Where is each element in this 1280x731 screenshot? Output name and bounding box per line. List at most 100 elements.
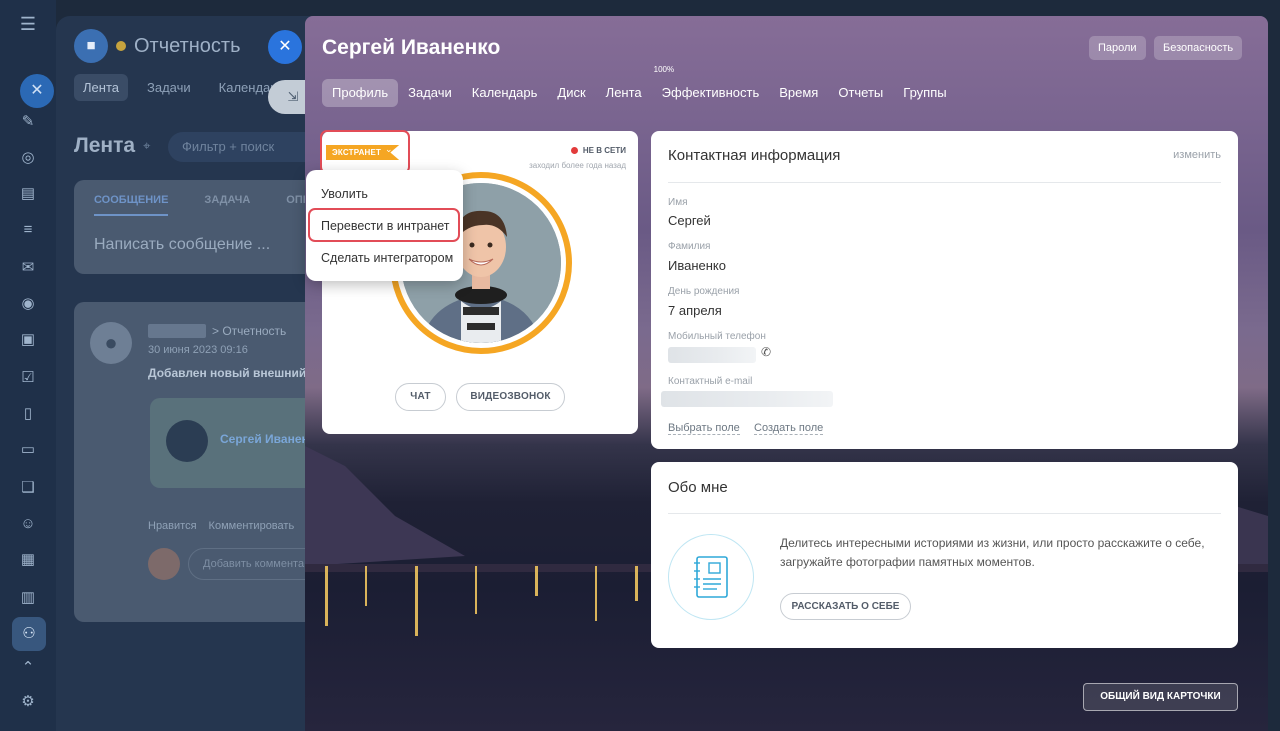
comment-link[interactable]: Комментировать — [209, 520, 295, 532]
divider — [668, 182, 1221, 183]
post-tabs: СООБЩЕНИЕ ЗАДАЧА ОПРО — [94, 194, 319, 216]
phone-icon[interactable]: ✆ — [761, 345, 771, 359]
chevron-down-icon[interactable]: ⌄ — [385, 144, 393, 155]
extranet-dropdown-menu: Уволить Перевести в интранет Сделать инт… — [306, 170, 463, 281]
tab-profile[interactable]: Профиль — [322, 79, 399, 107]
feed-heading: Лента ⌖ — [74, 134, 150, 158]
filter-search-input[interactable]: Фильтр + поиск — [168, 132, 326, 162]
close-slider-button[interactable]: ✕ — [268, 30, 302, 64]
entry-text: Добавлен новый внешний — [148, 366, 307, 380]
user-card[interactable]: Сергей Иванен — [150, 398, 324, 488]
contact-info-card: Контактная информация изменить Имя Серге… — [651, 131, 1238, 449]
post-composer: СООБЩЕНИЕ ЗАДАЧА ОПРО Написать сообщение… — [74, 180, 324, 274]
tell-about-button[interactable]: РАССКАЗАТЬ О СЕБЕ — [780, 593, 911, 620]
field-label-name: Имя — [668, 197, 688, 208]
feed-title: Лента — [74, 134, 136, 157]
left-sidebar: ☰ ✕ ✎ ◎ ▤ ≡ ✉ ◉ ▣ ☑ ▯ ▭ ❑ ☺ ▦ ▥ ⚇ ⌃ ⚙ — [0, 0, 56, 731]
status-text: НЕ В СЕТИ — [582, 146, 626, 155]
entry-actions: Нравится Комментировать — [148, 520, 294, 532]
status-dot — [116, 41, 126, 51]
background-portal: ■ Отчетность ✕ Лента Задачи Календарь ⇲ … — [56, 16, 326, 731]
tab-time[interactable]: Время — [769, 79, 828, 107]
portal-title: Отчетность — [134, 34, 241, 57]
robot-icon[interactable]: ☺ — [18, 514, 38, 534]
tab-calendar[interactable]: Календарь — [462, 79, 548, 107]
target-icon[interactable]: ◉ — [18, 294, 38, 314]
offline-dot-icon — [570, 147, 578, 154]
menu-item-dismiss[interactable]: Уволить — [321, 187, 368, 201]
avatar — [148, 548, 180, 580]
security-button[interactable]: Безопасность — [1154, 36, 1243, 60]
nav-feed[interactable]: Лента — [74, 74, 128, 101]
settings-icon[interactable]: ⚙ — [18, 692, 38, 712]
contact-title: Контактная информация — [668, 147, 841, 164]
badge-highlight: ЭКСТРАНЕТ ⌄ — [320, 130, 410, 174]
email-blurred — [661, 391, 833, 407]
tab-groups[interactable]: Группы — [893, 79, 956, 107]
pin-icon[interactable]: ⌖ — [143, 138, 150, 154]
mail-icon[interactable]: ✉ — [18, 258, 38, 278]
employees-icon[interactable]: ⚇ — [12, 617, 46, 651]
entry-date: 30 июня 2023 09:16 — [148, 344, 248, 356]
phone-blurred — [668, 347, 756, 363]
choose-field-link[interactable]: Выбрать поле — [668, 422, 740, 435]
status-badge: НЕ В СЕТИ — [570, 146, 626, 155]
calendar-icon[interactable]: ▦ — [18, 550, 38, 570]
tab-reports[interactable]: Отчеты — [828, 79, 893, 107]
menu-item-make-integrator[interactable]: Сделать интегратором — [321, 251, 453, 265]
post-tab-task[interactable]: ЗАДАЧА — [204, 194, 250, 216]
globe-icon[interactable]: ◎ — [18, 148, 38, 168]
notebook-icon — [694, 556, 728, 598]
card-icon[interactable]: ▭ — [18, 440, 38, 460]
tab-efficiency[interactable]: 100% Эффективность — [652, 65, 770, 107]
check-icon[interactable]: ☑ — [18, 368, 38, 388]
chat-button[interactable]: ЧАТ — [395, 383, 446, 411]
chat-icon[interactable]: ❑ — [18, 478, 38, 498]
edit-link[interactable]: изменить — [1173, 149, 1221, 161]
video-call-button[interactable]: ВИДЕОЗВОНОК — [456, 383, 565, 411]
menu-icon[interactable]: ☰ — [18, 14, 38, 34]
divider — [668, 513, 1221, 514]
avatar: ● — [90, 322, 132, 364]
field-label-birthday: День рождения — [668, 286, 740, 297]
document-icon[interactable]: ▤ — [18, 184, 38, 204]
field-label-surname: Фамилия — [668, 241, 711, 252]
portal-nav: Лента Задачи Календарь — [74, 74, 293, 101]
entry-destination: > Отчетность — [212, 324, 287, 338]
passwords-button[interactable]: Пароли — [1089, 36, 1146, 60]
about-illustration — [668, 534, 754, 620]
pin-icon[interactable]: ⌃ — [18, 658, 38, 678]
feed-entry: ● > Отчетность 30 июня 2023 09:16 Добавл… — [74, 302, 326, 622]
about-me-card: Обо мне Делитесь интересными историями и… — [651, 462, 1238, 648]
file-icon[interactable]: ▯ — [18, 404, 38, 424]
last-seen: заходил более года назад — [529, 161, 626, 170]
field-label-phone: Мобильный телефон — [668, 331, 766, 342]
like-link[interactable]: Нравится — [148, 520, 197, 532]
about-title: Обо мне — [668, 479, 728, 496]
create-field-link[interactable]: Создать поле — [754, 422, 824, 435]
tab-feed[interactable]: Лента — [596, 79, 652, 107]
edit-icon[interactable]: ✎ — [18, 112, 38, 132]
tab-tasks[interactable]: Задачи — [398, 79, 462, 107]
page-title: Сергей Иваненко — [322, 36, 501, 59]
nav-tasks[interactable]: Задачи — [138, 74, 200, 101]
schedule-icon[interactable]: ▥ — [18, 588, 38, 608]
menu-item-move-to-intranet[interactable]: Перевести в интранет — [321, 219, 450, 233]
contacts-icon[interactable]: ▣ — [18, 330, 38, 350]
profile-tabs: Профиль Задачи Календарь Диск Лента 100%… — [322, 65, 957, 107]
post-tab-message[interactable]: СООБЩЕНИЕ — [94, 194, 169, 216]
about-text: Делитесь интересными историями из жизни,… — [780, 536, 1205, 569]
field-value-birthday: 7 апреля — [668, 303, 722, 318]
post-input[interactable]: Написать сообщение ... — [94, 236, 270, 254]
user-card-name[interactable]: Сергей Иванен — [220, 432, 309, 446]
close-icon[interactable]: ✕ — [20, 74, 54, 108]
avatar — [166, 420, 208, 462]
field-value-name: Сергей — [668, 213, 711, 228]
card-overview-button[interactable]: ОБЩИЙ ВИД КАРТОЧКИ — [1083, 683, 1238, 711]
filter-icon[interactable]: ≡ — [18, 220, 38, 240]
profile-slider: Сергей Иваненко Пароли Безопасность Проф… — [305, 16, 1268, 731]
efficiency-percent: 100% — [653, 65, 675, 74]
tab-disk[interactable]: Диск — [547, 79, 595, 107]
field-value-surname: Иваненко — [668, 258, 726, 273]
portal-header: ■ Отчетность — [74, 26, 241, 66]
